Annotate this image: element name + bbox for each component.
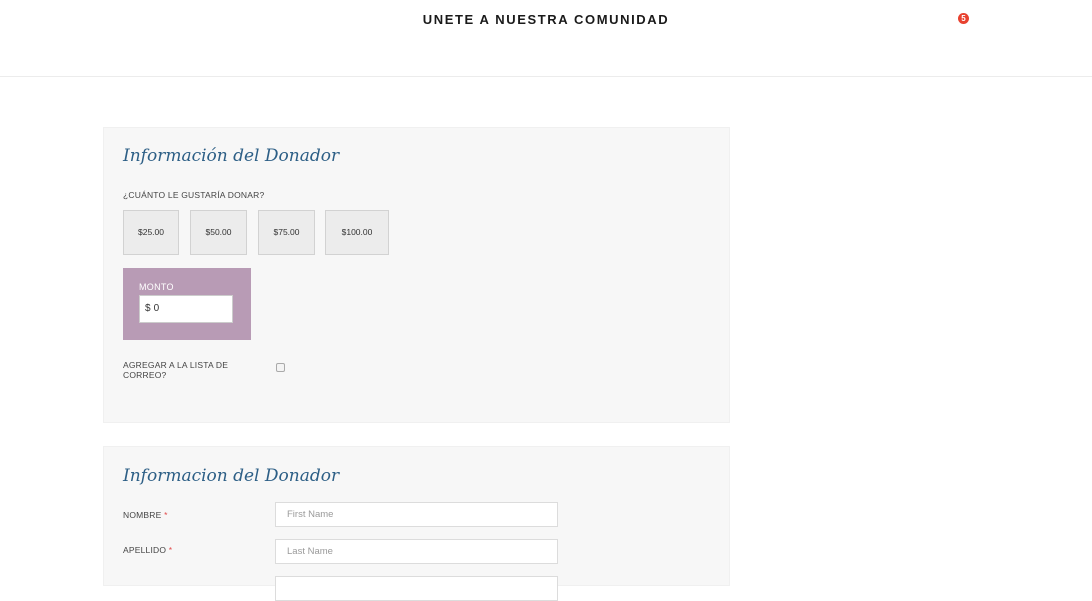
cart-count-badge[interactable]: 5 xyxy=(958,13,969,24)
custom-amount-value: 0 xyxy=(153,303,160,314)
last-name-label: APELLIDO * xyxy=(123,545,173,555)
newsletter-label: AGREGAR A LA LISTA DE CORREO? xyxy=(123,360,229,380)
header-title[interactable]: UNETE A NUESTRA COMUNIDAD xyxy=(0,12,1092,27)
amount-button-50[interactable]: $50.00 xyxy=(190,210,247,255)
first-name-label: NOMBRE * xyxy=(123,510,168,520)
donation-amount-panel: Información del Donador ¿CUÁNTO LE GUSTA… xyxy=(103,127,730,423)
donation-question: ¿CUÁNTO LE GUSTARÍA DONAR? xyxy=(123,190,265,200)
required-mark: * xyxy=(168,545,173,555)
custom-amount-box: MONTO $0 xyxy=(123,268,251,340)
custom-amount-input[interactable]: $0 xyxy=(139,295,233,323)
panel-title: Información del Donador xyxy=(123,146,340,166)
amount-button-100[interactable]: $100.00 xyxy=(325,210,389,255)
donor-info-panel: Informacion del Donador NOMBRE * First N… xyxy=(103,446,730,601)
amount-button-75[interactable]: $75.00 xyxy=(258,210,315,255)
newsletter-checkbox[interactable] xyxy=(276,363,285,372)
next-field-input[interactable] xyxy=(275,576,558,601)
amount-button-25[interactable]: $25.00 xyxy=(123,210,179,255)
panel-title: Informacion del Donador xyxy=(123,466,340,486)
first-name-input[interactable]: First Name xyxy=(275,502,558,527)
custom-amount-label: MONTO xyxy=(139,282,174,292)
site-header: UNETE A NUESTRA COMUNIDAD 5 xyxy=(0,0,1092,77)
last-name-input[interactable]: Last Name xyxy=(275,539,558,564)
required-mark: * xyxy=(164,510,168,520)
currency-symbol: $ xyxy=(145,303,151,314)
